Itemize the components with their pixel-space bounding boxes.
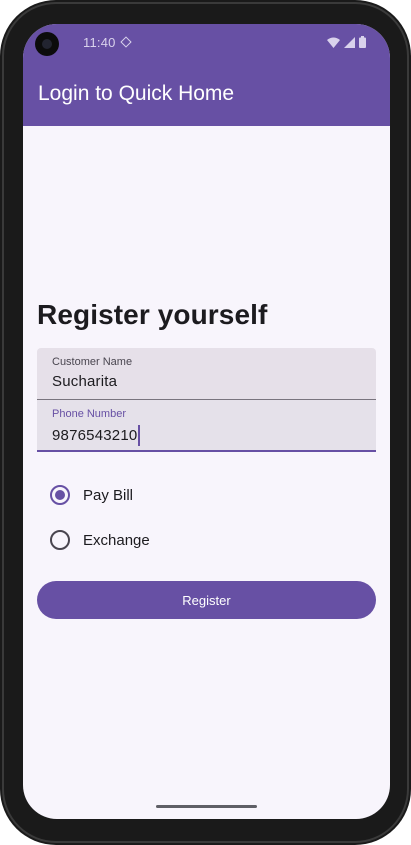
device-frame: 11:40 Login to Quick Home Register yours… <box>0 0 411 845</box>
phone-number-label: Phone Number <box>52 408 126 420</box>
radio-option-exchange[interactable]: Exchange <box>50 528 150 552</box>
customer-name-label: Customer Name <box>52 356 133 368</box>
exchange-label: Exchange <box>83 531 150 549</box>
location-diamond-icon <box>120 36 132 48</box>
battery-icon <box>359 36 366 48</box>
customer-name-value[interactable]: Sucharita <box>52 373 117 390</box>
pay-bill-label: Pay Bill <box>83 486 134 504</box>
radio-option-pay-bill[interactable]: Pay Bill <box>50 483 133 507</box>
app-screen: 11:40 Login to Quick Home Register yours… <box>23 24 390 819</box>
customer-name-text: Sucharita <box>52 373 118 390</box>
gesture-navigation-bar[interactable] <box>156 805 257 808</box>
phone-number-field[interactable]: Phone Number 9876543210 <box>37 400 376 452</box>
register-button[interactable]: Register <box>37 581 376 619</box>
customer-name-field[interactable]: Customer Name Sucharita <box>37 348 376 400</box>
status-bar: 11:40 <box>23 24 390 63</box>
exchange-radio-button[interactable] <box>50 530 70 550</box>
phone-number-value[interactable]: 9876543210 <box>52 425 141 446</box>
status-time: 11:40 <box>83 35 116 50</box>
app-title: Login to Quick Home <box>38 82 235 105</box>
register-heading: Register yourself <box>37 299 268 330</box>
top-app-bar: Login to Quick Home <box>23 63 390 126</box>
front-camera <box>35 32 59 56</box>
text-cursor <box>138 425 141 446</box>
phone-number-text: 9876543210 <box>52 427 138 444</box>
cellular-signal-icon <box>344 36 355 48</box>
wifi-icon <box>327 37 340 48</box>
pay-bill-radio-button[interactable] <box>50 485 70 505</box>
status-icons <box>327 36 366 48</box>
